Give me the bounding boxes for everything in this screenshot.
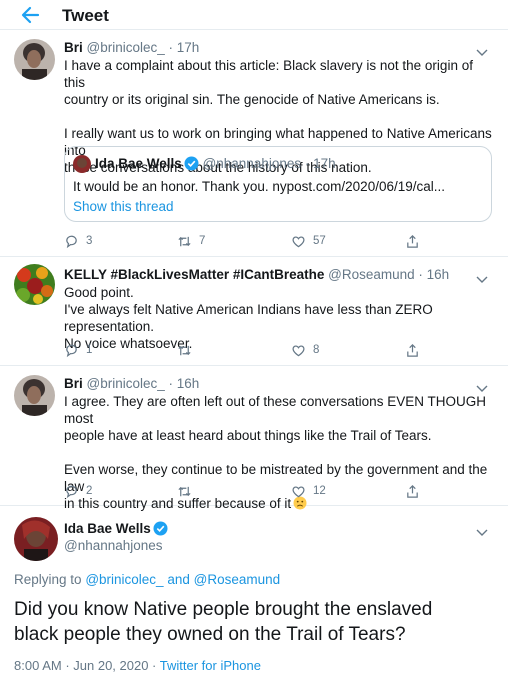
chevron-down-icon[interactable] bbox=[476, 44, 488, 56]
main-author: Ida Bae Wells bbox=[64, 521, 168, 536]
replying-label: Replying to bbox=[14, 572, 82, 587]
tweet-time[interactable]: · 16h bbox=[169, 376, 200, 391]
tweet[interactable]: Bri @brinicolec_ · 17h I have a complain… bbox=[0, 31, 508, 257]
tweet-actions: 3 7 57 bbox=[64, 233, 424, 249]
retweet-button[interactable]: 7 bbox=[177, 233, 205, 249]
author-name[interactable]: Bri bbox=[64, 376, 83, 391]
reply-count: 3 bbox=[86, 235, 93, 247]
retweet-count: 7 bbox=[199, 235, 206, 247]
chevron-down-icon[interactable] bbox=[476, 524, 488, 536]
verified-badge-icon bbox=[153, 521, 168, 536]
quote-avatar bbox=[73, 155, 91, 173]
retweet-button[interactable] bbox=[177, 342, 199, 358]
heart-icon bbox=[292, 235, 305, 247]
quote-time: · 17h bbox=[304, 156, 336, 171]
avatar[interactable] bbox=[14, 517, 58, 561]
reply-icon bbox=[66, 235, 77, 248]
author-handle[interactable]: @brinicolec_ bbox=[87, 40, 165, 55]
mention-link[interactable]: @Roseamund bbox=[194, 572, 281, 587]
tweet-source[interactable]: Twitter for iPhone bbox=[160, 658, 261, 673]
verified-badge-icon bbox=[184, 156, 199, 171]
like-button[interactable]: 12 bbox=[291, 483, 326, 499]
tweet[interactable]: Bri @brinicolec_ · 16h I agree. They are… bbox=[0, 367, 508, 511]
main-tweet-line: black people they owned on the Trail of … bbox=[14, 624, 406, 645]
reply-count: 2 bbox=[86, 485, 93, 497]
tweet-line: Good point. bbox=[64, 285, 134, 300]
like-count: 8 bbox=[313, 344, 320, 356]
header-bar: Tweet bbox=[0, 0, 508, 30]
share-icon bbox=[407, 234, 418, 248]
tweet-line: people have at least heard about things … bbox=[64, 428, 432, 443]
tweet-time[interactable]: · 17h bbox=[169, 40, 200, 55]
avatar[interactable] bbox=[14, 375, 55, 416]
tweet[interactable]: KELLY #BlackLivesMatter #ICantBreathe @R… bbox=[0, 258, 508, 366]
main-tweet-meta: 8:00 AM · Jun 20, 2020 · Twitter for iPh… bbox=[14, 658, 261, 673]
reply-icon bbox=[66, 485, 77, 498]
tweet-line bbox=[64, 444, 496, 461]
tweet-actions: 2 12 bbox=[64, 483, 424, 499]
quote-text: It would be an honor. Thank you. nypost.… bbox=[73, 179, 445, 194]
retweet-icon bbox=[178, 236, 191, 246]
quoted-tweet[interactable]: Ida Bae Wells @nhannahjones · 17h It wou… bbox=[64, 146, 492, 222]
heart-icon bbox=[292, 485, 305, 497]
main-tweet-date[interactable]: · Jun 20, 2020 · bbox=[65, 658, 156, 673]
main-tweet-time[interactable]: 8:00 AM bbox=[14, 658, 62, 673]
tweet-header: Bri @brinicolec_ · 16h bbox=[64, 376, 199, 391]
mention-link[interactable]: @brinicolec_ bbox=[85, 572, 163, 587]
tweet-line: I agree. They are often left out of thes… bbox=[64, 394, 486, 426]
back-arrow-icon[interactable] bbox=[18, 4, 42, 26]
page-title: Tweet bbox=[62, 6, 109, 25]
tweet-line: I have a complaint about this article: B… bbox=[64, 58, 473, 90]
tweet-line bbox=[64, 108, 496, 125]
main-tweet-text: Did you know Native people brought the e… bbox=[14, 597, 432, 647]
replying-to: Replying to @brinicolec_ and @Roseamund bbox=[14, 572, 280, 587]
tweet-line: country or its original sin. The genocid… bbox=[64, 92, 440, 107]
share-button[interactable] bbox=[405, 233, 427, 249]
main-tweet: Ida Bae Wells @nhannahjones Replying to … bbox=[0, 507, 508, 680]
retweet-icon bbox=[178, 345, 191, 355]
main-author-name[interactable]: Ida Bae Wells bbox=[64, 521, 151, 536]
like-count: 12 bbox=[313, 485, 326, 497]
share-icon bbox=[407, 484, 418, 498]
share-icon bbox=[407, 343, 418, 357]
avatar[interactable] bbox=[14, 264, 55, 305]
tweet-header: KELLY #BlackLivesMatter #ICantBreathe @R… bbox=[64, 267, 449, 282]
tweet-time[interactable]: · 16h bbox=[418, 267, 449, 282]
replying-and: and bbox=[167, 572, 190, 587]
tweet-header: Bri @brinicolec_ · 17h bbox=[64, 40, 199, 55]
reply-icon bbox=[66, 344, 77, 357]
show-thread-link[interactable]: Show this thread bbox=[73, 199, 174, 214]
chevron-down-icon[interactable] bbox=[476, 271, 488, 283]
chevron-down-icon[interactable] bbox=[476, 380, 488, 392]
quote-author-handle: @nhannahjones bbox=[202, 156, 302, 171]
like-button[interactable]: 8 bbox=[291, 342, 319, 358]
tweet-line: I've always felt Native American Indians… bbox=[64, 302, 433, 334]
retweet-button[interactable] bbox=[177, 483, 199, 499]
heart-icon bbox=[292, 344, 305, 356]
author-handle[interactable]: @Roseamund bbox=[328, 267, 415, 282]
share-button[interactable] bbox=[405, 483, 427, 499]
reply-button[interactable]: 3 bbox=[64, 233, 92, 249]
share-button[interactable] bbox=[405, 342, 427, 358]
author-handle[interactable]: @brinicolec_ bbox=[87, 376, 165, 391]
reply-button[interactable]: 2 bbox=[64, 483, 92, 499]
quote-header: Ida Bae Wells @nhannahjones · 17h bbox=[95, 156, 336, 171]
avatar[interactable] bbox=[14, 39, 55, 80]
like-count: 57 bbox=[313, 235, 326, 247]
author-name[interactable]: KELLY #BlackLivesMatter #ICantBreathe bbox=[64, 267, 324, 282]
main-tweet-line: Did you know Native people brought the e… bbox=[14, 599, 433, 620]
retweet-icon bbox=[178, 486, 191, 496]
quote-author-name: Ida Bae Wells bbox=[95, 156, 182, 171]
reply-button[interactable]: 1 bbox=[64, 342, 92, 358]
main-author-handle[interactable]: @nhannahjones bbox=[64, 538, 163, 553]
author-name[interactable]: Bri bbox=[64, 40, 83, 55]
like-button[interactable]: 57 bbox=[291, 233, 326, 249]
reply-count: 1 bbox=[86, 344, 93, 356]
tweet-actions: 1 8 bbox=[64, 342, 424, 358]
